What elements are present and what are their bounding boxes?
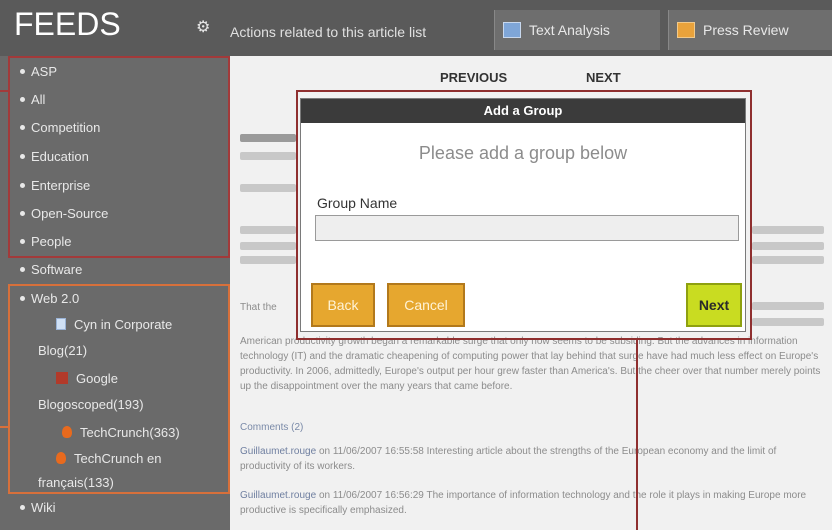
press-review-button[interactable]: Press Review	[668, 10, 832, 50]
paragraph: American productivity growth began a rem…	[240, 336, 821, 392]
article-text-fragment	[240, 226, 296, 234]
dialog-title: Add a Group	[301, 99, 745, 123]
text-analysis-button[interactable]: Text Analysis	[494, 10, 660, 50]
top-bar: FEEDS ⚙ Actions related to this article …	[0, 0, 832, 56]
categories-highlight	[8, 56, 230, 258]
comment-1: Guillaumet.rouge on 11/06/2007 16:55:58 …	[240, 444, 826, 474]
feeds-title: FEEDS	[14, 6, 121, 42]
back-button[interactable]: Back	[311, 283, 375, 327]
comment-2: Guillaumet.rouge on 11/06/2007 16:56:29 …	[240, 488, 826, 518]
bullet-icon	[20, 267, 25, 272]
press-review-label: Press Review	[703, 22, 789, 38]
article-text-fragment	[240, 242, 296, 250]
comment-date: on 11/06/2007 16:55:58	[318, 446, 424, 457]
actions-label: Actions related to this article list	[230, 24, 427, 40]
text-analysis-label: Text Analysis	[529, 22, 610, 38]
add-group-dialog: Add a Group Please add a group below Gro…	[300, 98, 746, 332]
next-link[interactable]: NEXT	[586, 70, 621, 85]
web20-highlight	[8, 284, 230, 494]
dialog-subtitle: Please add a group below	[418, 143, 628, 163]
text-analysis-icon	[503, 22, 521, 38]
next-button[interactable]: Next	[686, 283, 742, 327]
article-text-fragment	[752, 226, 824, 234]
article-meta-fragment	[240, 152, 296, 160]
sidebar-item-label: Wiki	[31, 500, 56, 515]
group-name-input[interactable]	[315, 215, 739, 241]
paragraph-start: That the	[240, 302, 277, 313]
sidebar-item-software[interactable]: Software	[20, 262, 82, 277]
cancel-button[interactable]: Cancel	[387, 283, 465, 327]
sidebar-item-label: Software	[31, 262, 83, 277]
article-text-fragment	[752, 302, 824, 310]
article-text-fragment	[752, 256, 824, 264]
press-review-icon	[677, 22, 695, 38]
previous-link[interactable]: PREVIOUS	[440, 70, 507, 85]
article-text-fragment	[240, 256, 296, 264]
gear-icon[interactable]: ⚙	[196, 20, 212, 36]
comments-header[interactable]: Comments (2)	[240, 420, 303, 435]
comment-author[interactable]: Guillaumet.rouge	[240, 490, 316, 501]
sidebar-item-wiki[interactable]: Wiki	[20, 500, 56, 515]
bullet-icon	[20, 505, 25, 510]
comment-author[interactable]: Guillaumet.rouge	[240, 446, 316, 457]
connector-line	[0, 90, 8, 92]
article-title-fragment	[240, 134, 296, 142]
comment-date: on 11/06/2007 16:56:29	[318, 490, 424, 501]
connector-line	[0, 426, 8, 428]
article-text-fragment	[752, 318, 824, 326]
article-text-fragment	[752, 242, 824, 250]
tags-fragment	[240, 184, 296, 192]
group-name-label: Group Name	[317, 195, 398, 211]
connector-line	[636, 340, 638, 530]
